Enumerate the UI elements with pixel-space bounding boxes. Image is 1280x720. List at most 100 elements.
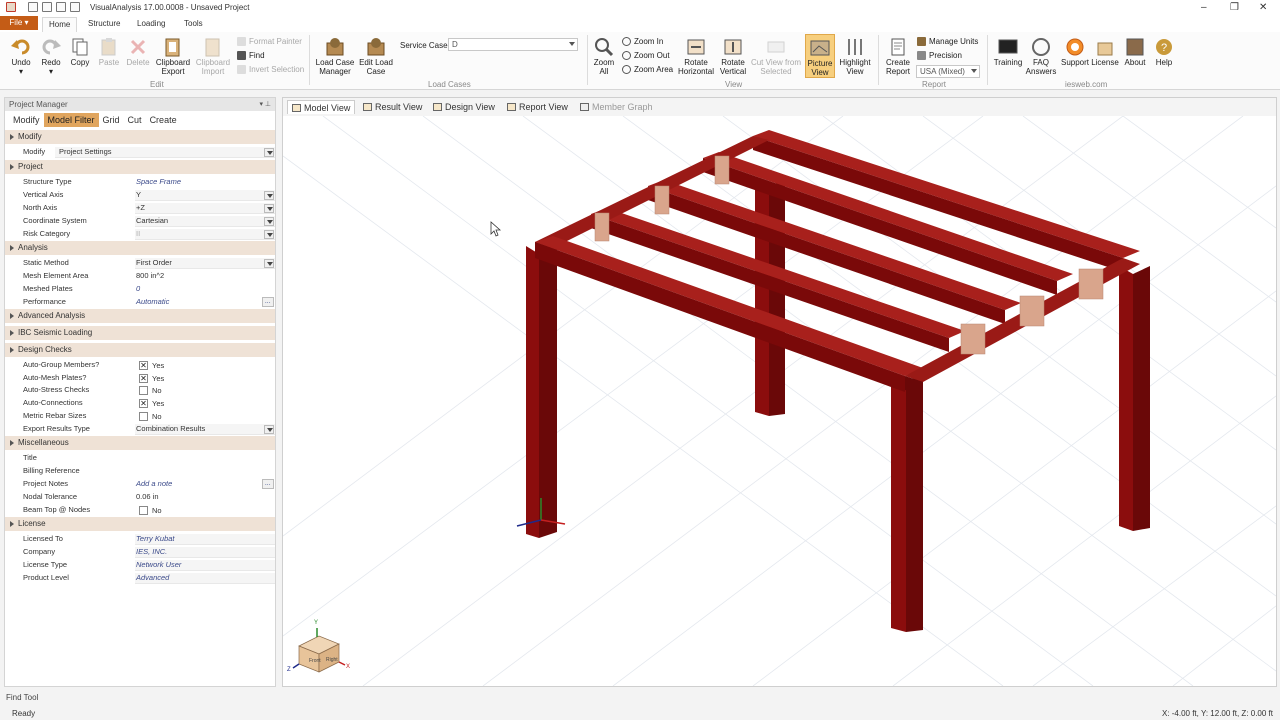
app-icon[interactable] [6,2,16,12]
close-icon[interactable]: ✕ [1259,2,1267,13]
tab-home[interactable]: Home [42,17,78,32]
service-case-select[interactable]: D [448,38,578,51]
format-painter-button[interactable]: Format Painter [237,37,302,46]
checkbox-checked[interactable]: ✕ [139,361,148,370]
zoom-out-button[interactable]: Zoom Out [622,51,670,60]
view-cube[interactable]: Front Right Y X Z [287,620,350,673]
chevron-down-icon[interactable] [264,148,274,157]
column-front-center[interactable] [891,374,923,632]
ellipsis-button[interactable]: ... [262,479,274,489]
property-value[interactable]: Space Frame [135,177,275,188]
undo-dropdown-icon[interactable]: ▾ [19,67,23,76]
checkbox-checked[interactable]: ✕ [139,374,148,383]
chevron-down-icon[interactable] [264,204,274,213]
model-canvas[interactable]: Front Right Y X Z [283,116,1276,686]
property-value[interactable] [135,466,275,477]
property-value[interactable]: First Order [135,258,275,269]
copy-button[interactable]: Copy [68,37,92,67]
zoom-all-button[interactable]: Zoom All [592,37,616,76]
tab-modify[interactable]: Modify [9,113,44,127]
tab-design-view[interactable]: Design View [429,100,499,114]
tab-member-graph[interactable]: Member Graph [576,100,657,114]
tab-report-view[interactable]: Report View [503,100,572,114]
precision-button[interactable]: Precision [917,51,962,60]
ellipsis-button[interactable]: ... [262,297,274,307]
tab-result-view[interactable]: Result View [359,100,426,114]
column-front-right[interactable] [1119,266,1150,531]
cut-view-button[interactable]: Cut View from Selected [750,37,802,76]
rotate-horizontal-button[interactable]: Rotate Horizontal [676,37,716,76]
redo-button[interactable]: Redo ▾ [38,37,64,76]
tab-cut[interactable]: Cut [124,113,146,127]
tab-structure[interactable]: Structure [88,19,120,28]
highlight-view-button[interactable]: Highlight View [837,37,873,76]
connection-plate[interactable] [594,212,610,242]
chevron-down-icon[interactable] [264,425,274,434]
clipboard-import-button[interactable]: Clipboard Import [195,37,231,76]
file-menu[interactable]: File ▾ [0,16,38,30]
find-tool-label[interactable]: Find Tool [6,693,38,702]
units-select[interactable]: USA (Mixed) [916,65,980,78]
section-project[interactable]: Project [5,160,275,174]
create-report-button[interactable]: Create Report [883,37,913,76]
connection-plate[interactable] [1078,268,1104,300]
save-icon[interactable] [42,2,52,12]
section-ibc-seismic[interactable]: IBC Seismic Loading [5,326,275,340]
property-value[interactable]: +Z [135,203,275,214]
about-button[interactable]: About [1121,37,1149,67]
chevron-down-icon[interactable] [264,191,274,200]
invert-selection-button[interactable]: Invert Selection [237,65,304,74]
section-license[interactable]: License [5,517,275,531]
property-value[interactable]: Automatic... [135,297,275,308]
chevron-down-icon[interactable] [264,259,274,268]
section-advanced-analysis[interactable]: Advanced Analysis [5,309,275,323]
checkbox-unchecked[interactable] [139,386,148,395]
section-modify[interactable]: Modify [5,130,275,144]
zoom-area-button[interactable]: Zoom Area [622,65,673,74]
tab-loading[interactable]: Loading [137,19,165,28]
checkbox-checked[interactable]: ✕ [139,399,148,408]
clipboard-export-button[interactable]: Clipboard Export [155,37,191,76]
tab-create[interactable]: Create [146,113,181,127]
minimize-icon[interactable]: – [1201,2,1207,13]
connection-plate[interactable] [714,155,730,185]
edit-load-case-button[interactable]: Edit Load Case [357,37,395,76]
faq-answers-button[interactable]: FAQ Answers [1024,37,1058,76]
zoom-in-button[interactable]: Zoom In [622,37,663,46]
load-case-manager-button[interactable]: Load Case Manager [315,37,355,76]
help-button[interactable]: ? Help [1151,37,1177,67]
training-button[interactable]: Training [992,37,1024,67]
property-value[interactable]: Add a note... [135,479,275,490]
chevron-down-icon[interactable] [264,217,274,226]
find-button[interactable]: Find [237,51,265,60]
property-value[interactable]: II [135,229,275,240]
section-miscellaneous[interactable]: Miscellaneous [5,436,275,450]
redo-dropdown-icon[interactable]: ▾ [49,67,53,76]
new-file-icon[interactable] [28,2,38,12]
undo-button[interactable]: Undo ▾ [8,37,34,76]
property-value[interactable]: Project Settings [55,147,275,158]
license-button[interactable]: License [1091,37,1119,67]
pin-icon[interactable]: ▾ ⊥ [259,98,271,111]
property-value[interactable]: Y [135,190,275,201]
connection-plate[interactable] [654,185,670,215]
section-design-checks[interactable]: Design Checks [5,343,275,357]
property-value[interactable]: 800 in^2 [135,271,275,282]
property-value[interactable] [135,453,275,464]
tab-tools[interactable]: Tools [184,19,203,28]
chevron-down-icon[interactable] [264,230,274,239]
section-analysis[interactable]: Analysis [5,241,275,255]
checkbox-unchecked[interactable] [139,506,148,515]
property-value[interactable]: Cartesian [135,216,275,227]
manage-units-button[interactable]: Manage Units [917,37,978,46]
model-drawing[interactable]: Front Right Y X Z [283,116,1276,686]
property-value[interactable]: 0.06 in [135,492,275,503]
property-value[interactable]: Combination Results [135,424,275,435]
support-button[interactable]: Support [1059,37,1091,67]
column-back-left[interactable] [526,246,557,538]
undo-quick-icon[interactable] [70,2,80,12]
tab-model-filter[interactable]: Model Filter [43,113,99,127]
picture-view-button[interactable]: Picture View [805,34,835,78]
paste-button[interactable]: Paste [97,37,121,67]
checkbox-unchecked[interactable] [139,412,148,421]
